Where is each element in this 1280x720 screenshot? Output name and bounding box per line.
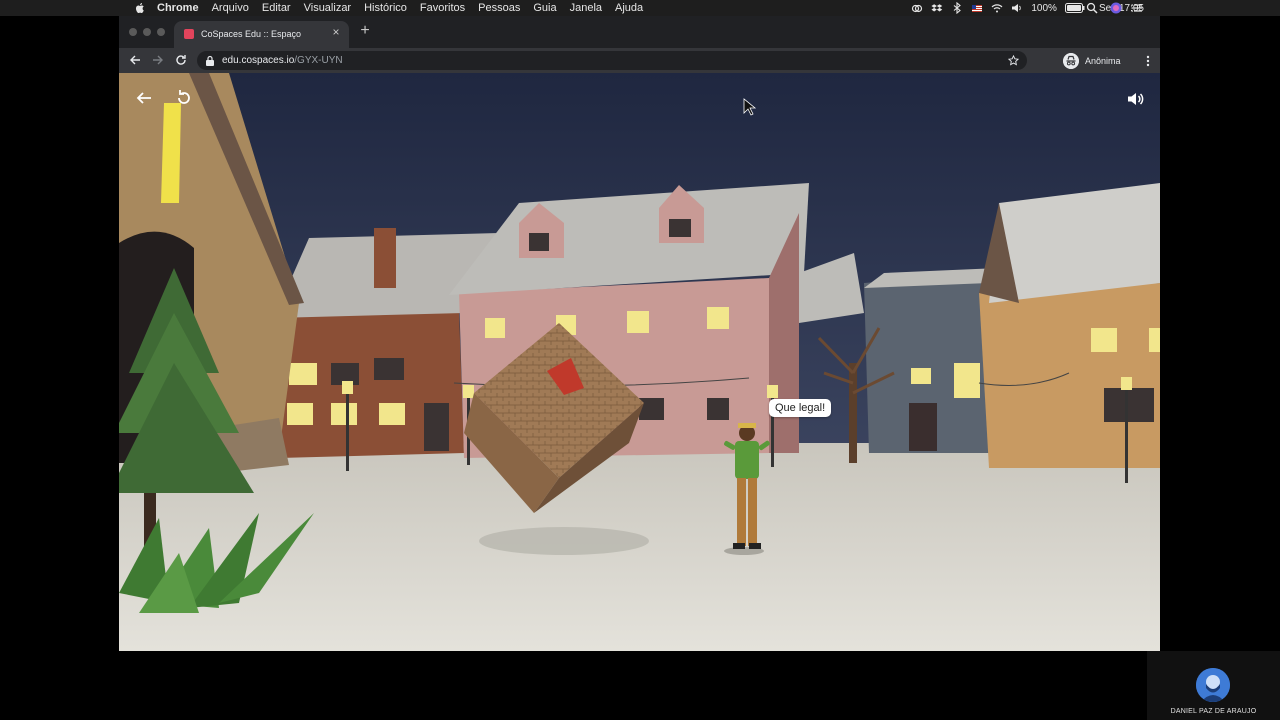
- right-orange-house: [979, 183, 1160, 468]
- window-minimize-button[interactable]: [143, 28, 151, 36]
- bluetooth-icon[interactable]: [951, 2, 963, 14]
- back-arrow-icon[interactable]: [129, 54, 141, 66]
- back-arrow-icon[interactable]: [134, 88, 154, 108]
- window-zoom-button[interactable]: [157, 28, 165, 36]
- reload-icon[interactable]: [175, 54, 187, 66]
- avatar: [1196, 668, 1230, 702]
- apple-icon[interactable]: [133, 1, 147, 15]
- incognito-icon: [1063, 52, 1079, 69]
- menu-visualizar[interactable]: Visualizar: [304, 2, 352, 14]
- more-menu-icon[interactable]: [1146, 55, 1150, 67]
- sound-icon[interactable]: [1125, 89, 1145, 109]
- creative-cloud-icon[interactable]: [911, 2, 923, 14]
- menu-guia[interactable]: Guia: [533, 2, 556, 14]
- tab-cospaces[interactable]: CoSpaces Edu :: Espaço ×: [174, 21, 349, 48]
- forward-arrow-icon[interactable]: [152, 54, 164, 66]
- tab-title: CoSpaces Edu :: Espaço: [201, 29, 302, 39]
- browser-window: CoSpaces Edu :: Espaço × + edu.cospaces.…: [119, 16, 1160, 651]
- menu-arquivo[interactable]: Arquivo: [212, 2, 249, 14]
- new-tab-icon[interactable]: +: [359, 23, 371, 39]
- lock-icon[interactable]: [205, 55, 215, 66]
- participant-tile[interactable]: DANIEL PAZ DE ARAUJO: [1147, 651, 1280, 720]
- menu-favoritos[interactable]: Favoritos: [420, 2, 465, 14]
- tab-close-icon[interactable]: ×: [331, 26, 341, 38]
- menu-pessoas[interactable]: Pessoas: [478, 2, 520, 14]
- participant-name: DANIEL PAZ DE ARAUJO: [1170, 708, 1257, 715]
- cospaces-viewport[interactable]: Que legal!: [119, 73, 1160, 651]
- cospaces-favicon-icon: [184, 29, 194, 39]
- participant-avatar-icon: [1196, 668, 1230, 702]
- keyboard-flag-icon[interactable]: [971, 2, 983, 14]
- battery-percent: 100%: [1031, 2, 1057, 14]
- url-text: edu.cospaces.io/GYX-UYN: [222, 55, 343, 66]
- scene-3d: [119, 73, 1160, 651]
- notification-center-icon[interactable]: [1131, 2, 1143, 14]
- battery-icon[interactable]: [1064, 3, 1085, 13]
- browser-toolbar: edu.cospaces.io/GYX-UYN Anônima: [119, 48, 1160, 73]
- menu-app-name[interactable]: Chrome: [157, 2, 199, 14]
- url-host: edu.cospaces.io: [222, 55, 295, 66]
- window-close-button[interactable]: [129, 28, 137, 36]
- speech-bubble: Que legal!: [769, 399, 832, 417]
- volume-icon[interactable]: [1011, 2, 1023, 14]
- url-path: /GYX-UYN: [294, 55, 343, 66]
- profile-label: Anônima: [1085, 55, 1121, 66]
- cube-shadow: [479, 527, 649, 555]
- menu-historico[interactable]: Histórico: [364, 2, 407, 14]
- siri-icon[interactable]: [1110, 2, 1122, 14]
- profile-button[interactable]: Anônima: [1063, 52, 1121, 69]
- spotlight-search-icon[interactable]: [1086, 2, 1098, 14]
- restart-icon[interactable]: [174, 88, 194, 108]
- menu-editar[interactable]: Editar: [262, 2, 291, 14]
- menu-janela[interactable]: Janela: [570, 2, 602, 14]
- wifi-icon[interactable]: [991, 2, 1003, 14]
- menu-ajuda[interactable]: Ajuda: [615, 2, 643, 14]
- bookmark-star-icon[interactable]: [1008, 55, 1019, 66]
- dropbox-icon[interactable]: [931, 2, 943, 14]
- tab-strip: CoSpaces Edu :: Espaço × +: [119, 16, 1160, 48]
- address-bar[interactable]: edu.cospaces.io/GYX-UYN: [197, 51, 1027, 70]
